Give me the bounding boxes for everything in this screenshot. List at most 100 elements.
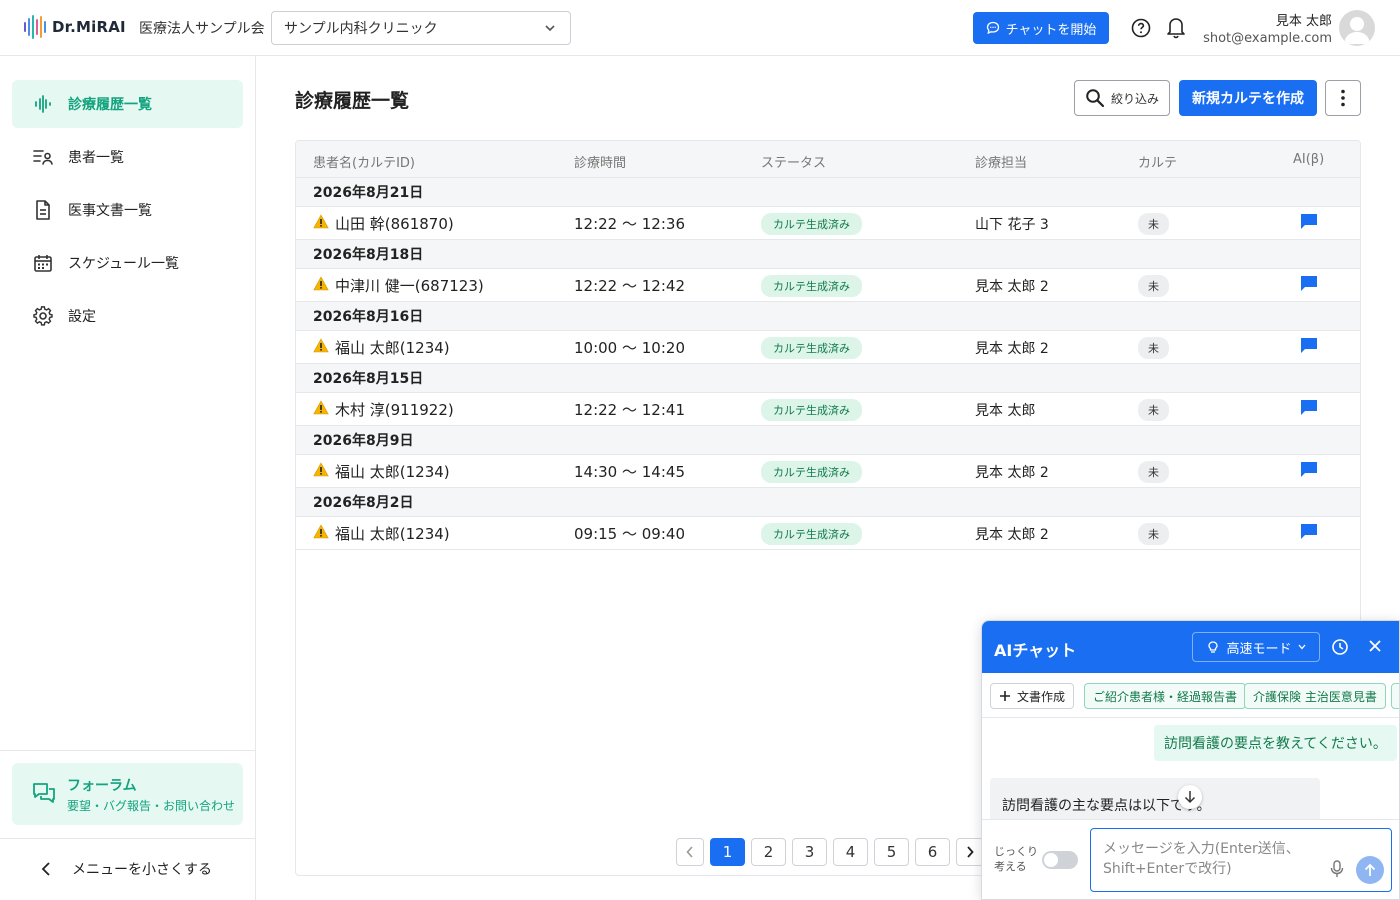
- deep-think-label: じっくり 考える: [994, 844, 1038, 874]
- patient-cell: 福山 太郎(1234): [313, 455, 450, 488]
- help-icon[interactable]: [1130, 17, 1152, 39]
- visit-time: 09:15 〜 09:40: [574, 525, 685, 543]
- ai-chat-cell[interactable]: [1300, 455, 1318, 488]
- karte-cell: 未: [1138, 331, 1169, 364]
- ai-chat-cell[interactable]: [1300, 269, 1318, 302]
- date-group-header: 2026年8月16日: [296, 302, 1360, 331]
- ai-chat-cell[interactable]: [1300, 517, 1318, 550]
- bell-icon[interactable]: [1165, 15, 1187, 39]
- table-row[interactable]: 福山 太郎(1234) 14:30 〜 14:45 カルテ生成済み 見本 太郎 2 未: [296, 455, 1360, 488]
- table-row[interactable]: 中津川 健一(687123) 12:22 〜 12:42 カルテ生成済み 見本 太郎 …: [296, 269, 1360, 302]
- page-button-3[interactable]: 3: [792, 838, 827, 866]
- chip-care-opinion[interactable]: 介護保険 主治医意見書: [1244, 683, 1386, 709]
- chat-start-button[interactable]: チャットを開始: [973, 12, 1109, 44]
- logo[interactable]: Dr.MiRAI: [24, 14, 126, 40]
- document-icon: [32, 199, 54, 221]
- forum-link[interactable]: フォーラム 要望・バグ報告・お問い合わせ: [12, 763, 243, 825]
- chip-referral-report[interactable]: ご紹介患者様・経過報告書: [1084, 683, 1247, 709]
- sidebar-item-patients[interactable]: 患者一覧: [12, 133, 243, 181]
- sidebar-item-settings[interactable]: 設定: [12, 292, 243, 340]
- karte-badge: 未: [1138, 274, 1169, 297]
- scroll-down-button[interactable]: [1178, 785, 1202, 809]
- ai-chat-icon[interactable]: [1300, 523, 1318, 544]
- history-icon[interactable]: [1331, 638, 1349, 656]
- chat-start-label: チャットを開始: [1005, 22, 1097, 38]
- page-button-2[interactable]: 2: [751, 838, 786, 866]
- chip-label: 文書作成: [1017, 689, 1066, 704]
- close-icon[interactable]: [1368, 639, 1382, 653]
- table-row[interactable]: 福山 太郎(1234) 09:15 〜 09:40 カルテ生成済み 見本 太郎 2 未: [296, 517, 1360, 550]
- ai-chat-cell[interactable]: [1300, 331, 1318, 364]
- karte-badge: 未: [1138, 212, 1169, 235]
- message-input[interactable]: [1090, 828, 1392, 892]
- ai-chat-cell[interactable]: [1300, 207, 1318, 240]
- clinic-select-value: サンプル内科クリニック: [284, 21, 438, 37]
- table-row[interactable]: 福山 太郎(1234) 10:00 〜 10:20 カルテ生成済み 見本 太郎 2 未: [296, 331, 1360, 364]
- page-button-5[interactable]: 5: [874, 838, 909, 866]
- page-button-4[interactable]: 4: [833, 838, 868, 866]
- chevron-down-icon: [545, 25, 555, 32]
- date-group-header: 2026年8月21日: [296, 178, 1360, 207]
- doctor-name: 見本 太郎 2: [975, 340, 1049, 357]
- visit-time: 14:30 〜 14:45: [574, 463, 685, 481]
- template-chip-row: 文書作成 ご紹介患者様・経過報告書 介護保険 主治医意見書: [982, 673, 1399, 718]
- avatar[interactable]: [1339, 10, 1375, 46]
- warning-icon: [313, 276, 329, 295]
- status-cell: カルテ生成済み: [761, 517, 862, 550]
- warning-icon: [313, 338, 329, 357]
- ai-chat-icon[interactable]: [1300, 461, 1318, 482]
- new-karte-button[interactable]: 新規カルテを作成: [1179, 80, 1317, 116]
- table-row[interactable]: 山田 幹(861870) 12:22 〜 12:36 カルテ生成済み 山下 花子 3 未: [296, 207, 1360, 240]
- sidebar-item-schedule[interactable]: スケジュール一覧: [12, 239, 243, 287]
- arrow-up-icon: [1364, 863, 1376, 876]
- doctor-name: 山下 花子 3: [975, 216, 1049, 233]
- sidebar-item-label: 設定: [68, 309, 96, 325]
- table-row[interactable]: 木村 淳(911922) 12:22 〜 12:41 カルテ生成済み 見本 太郎 未: [296, 393, 1360, 426]
- deep-think-toggle[interactable]: [1042, 851, 1078, 869]
- chevron-left-icon: [41, 862, 50, 876]
- mode-select-button[interactable]: 高速モード: [1192, 632, 1320, 662]
- column-header: カルテ: [1138, 156, 1178, 171]
- status-badge: カルテ生成済み: [761, 398, 862, 421]
- ai-chat-cell[interactable]: [1300, 393, 1318, 426]
- chip-more[interactable]: [1391, 683, 1399, 709]
- patient-name: 福山 太郎(1234): [335, 525, 450, 543]
- status-cell: カルテ生成済み: [761, 393, 862, 426]
- collapse-menu-button[interactable]: メニューを小さくする: [40, 856, 212, 882]
- filter-label: 絞り込み: [1110, 91, 1159, 106]
- sidebar-item-history[interactable]: 診療履歴一覧: [12, 80, 243, 128]
- status-badge: カルテ生成済み: [761, 522, 862, 545]
- chevron-down-icon: [1298, 644, 1305, 650]
- calendar-icon: [32, 252, 54, 274]
- user-name: 見本 太郎: [1275, 14, 1332, 29]
- prev-page-button[interactable]: [676, 838, 704, 866]
- arrow-down-icon: [1184, 791, 1196, 804]
- user-info[interactable]: 見本 太郎 shot@example.com: [1203, 10, 1332, 46]
- more-options-button[interactable]: [1325, 80, 1361, 116]
- user-message: 訪問看護の要点を教えてください。: [1154, 725, 1397, 761]
- page-button-1[interactable]: 1: [710, 838, 745, 866]
- ai-message: 訪問看護の主な要点は以下です。: [990, 778, 1320, 822]
- patient-list-icon: [32, 146, 54, 168]
- logo-icon: [24, 14, 46, 40]
- chip-label: 介護保険 主治医意見書: [1253, 689, 1377, 704]
- microphone-icon[interactable]: [1330, 860, 1344, 878]
- chat-input-area: じっくり 考える: [982, 819, 1399, 899]
- doctor-name: 見本 太郎: [975, 402, 1036, 419]
- karte-badge: 未: [1138, 336, 1169, 359]
- patient-name: 福山 太郎(1234): [335, 463, 450, 481]
- ai-chat-icon[interactable]: [1300, 213, 1318, 234]
- next-page-button[interactable]: [956, 838, 984, 866]
- page-button-6[interactable]: 6: [915, 838, 950, 866]
- ai-chat-icon[interactable]: [1300, 399, 1318, 420]
- sidebar-item-documents[interactable]: 医事文書一覧: [12, 186, 243, 234]
- table-header: 患者名(カルテID) 診療時間 ステータス 診療担当 カルテ AI(β): [296, 141, 1360, 178]
- clinic-select[interactable]: サンプル内科クリニック: [271, 11, 571, 45]
- karte-cell: 未: [1138, 393, 1169, 426]
- ai-chat-icon[interactable]: [1300, 275, 1318, 296]
- send-button[interactable]: [1356, 856, 1384, 884]
- chip-create-document[interactable]: 文書作成: [990, 683, 1075, 709]
- filter-button[interactable]: 絞り込み: [1074, 80, 1170, 116]
- deep-think-label-line2: 考える: [994, 860, 1027, 873]
- ai-chat-icon[interactable]: [1300, 337, 1318, 358]
